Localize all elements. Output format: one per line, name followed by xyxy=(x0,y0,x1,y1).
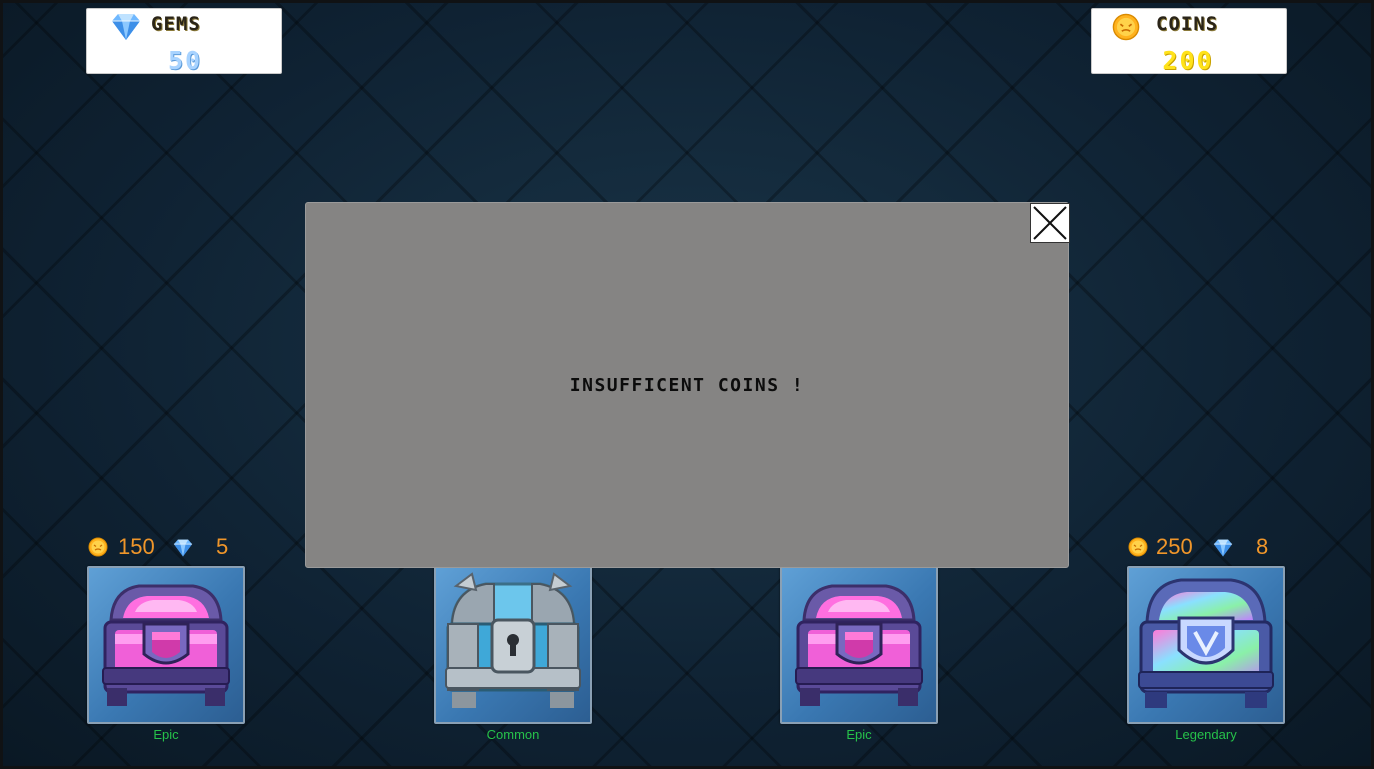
coin-price: 150 xyxy=(118,534,155,559)
gem-price: 5 xyxy=(216,534,229,559)
coin-icon xyxy=(88,537,108,557)
legendary-chest-icon xyxy=(1138,578,1274,708)
dialog-message: INSUFFICENT COINS ! xyxy=(569,375,805,396)
diamond-icon xyxy=(1212,538,1234,558)
epic-chest-icon xyxy=(795,584,923,706)
coin-price: 250 xyxy=(1156,534,1193,559)
close-button[interactable] xyxy=(1030,203,1070,243)
chest-common[interactable] xyxy=(434,566,592,724)
close-icon xyxy=(1033,206,1067,240)
chest-epic-1[interactable] xyxy=(87,566,245,724)
diamond-icon xyxy=(109,12,143,42)
coins-value: 200 xyxy=(1162,46,1214,75)
coin-icon xyxy=(1112,13,1140,41)
coin-icon xyxy=(1128,537,1148,557)
chest-label: Legendary xyxy=(1175,727,1237,742)
gems-label: GEMS xyxy=(151,13,201,35)
chest-label: Epic xyxy=(153,727,179,742)
gem-price: 8 xyxy=(1256,534,1269,559)
chest-epic-2[interactable] xyxy=(780,566,938,724)
diamond-icon xyxy=(172,538,194,558)
coins-panel: COINS 200 xyxy=(1091,8,1287,75)
coins-label: COINS xyxy=(1156,13,1219,35)
gems-panel: GEMS 50 xyxy=(86,8,282,75)
chest-label: Epic xyxy=(846,727,872,742)
insufficient-coins-dialog: INSUFFICENT COINS ! xyxy=(305,202,1070,568)
chest-legendary[interactable] xyxy=(1127,566,1285,724)
gems-value: 50 xyxy=(167,46,203,75)
chest-label: Common xyxy=(486,727,540,742)
epic-chest-icon xyxy=(102,584,230,706)
common-chest-icon xyxy=(445,572,581,708)
